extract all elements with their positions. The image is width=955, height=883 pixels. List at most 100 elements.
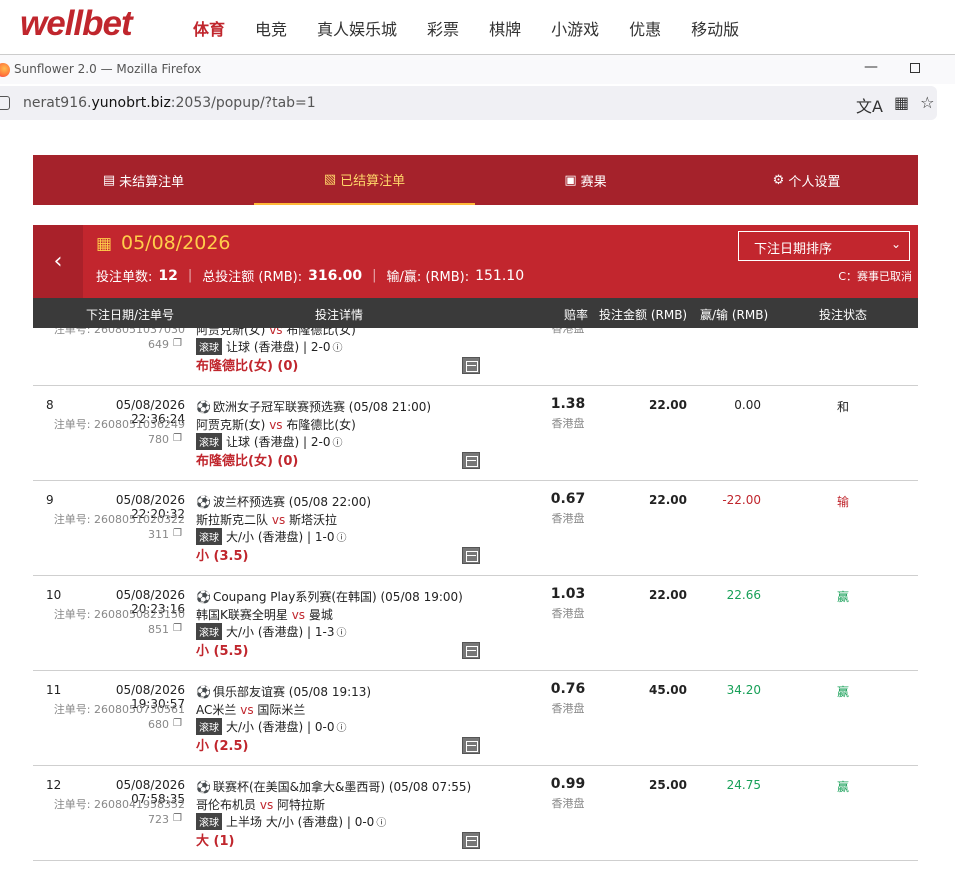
match-teams: 阿贾克斯(女) vs 布隆德比(女): [196, 328, 356, 337]
calendar-icon: ▦: [96, 234, 113, 254]
url-text[interactable]: nerat916.yunobrt.biz:2053/popup/?tab=1: [23, 95, 316, 111]
live-badge: 滚球: [196, 813, 222, 830]
sort-select[interactable]: 下注日期排序 ⌄: [738, 231, 910, 261]
col-bet-details: 投注详情: [315, 308, 364, 322]
copy-icon[interactable]: ❐: [173, 718, 182, 729]
order-suffix: 780: [148, 433, 169, 446]
info-icon[interactable]: ⓘ: [337, 719, 347, 734]
row-index: 11: [46, 683, 62, 697]
clipboard-icon: ▧: [323, 171, 337, 187]
info-icon[interactable]: ⓘ: [337, 529, 347, 544]
nav-item[interactable]: 体育: [193, 16, 225, 40]
soccer-ball-icon: ⚽: [196, 400, 211, 414]
nav-item[interactable]: 移动版: [691, 16, 739, 40]
order-number: 注单号: 2608051036249: [53, 418, 185, 431]
window-title: Sunflower 2.0 — Mozilla Firefox: [14, 62, 202, 76]
order-number: 注单号: 2608041958352: [53, 798, 185, 811]
copy-icon[interactable]: ❐: [173, 338, 182, 349]
scoreboard-icon[interactable]: [462, 547, 480, 564]
tab-results[interactable]: ▣ 赛果: [475, 155, 696, 205]
tab-settled[interactable]: ▧ 已结算注单: [254, 155, 475, 205]
scoreboard-icon[interactable]: [462, 832, 480, 849]
market-info: 滚球 大/小 (香港盘) | 1-3 ⓘ: [196, 623, 347, 640]
live-badge: 滚球: [196, 528, 222, 545]
document-icon: ▤: [102, 172, 116, 188]
stake-amount: 25.00: [649, 778, 687, 792]
nav-item[interactable]: 优惠: [629, 16, 661, 40]
cancel-note: C：赛事已取消: [838, 270, 912, 283]
tab-bar: ▤ 未结算注单 ▧ 已结算注单 ▣ 赛果 ⚙ 个人设置: [33, 155, 918, 205]
summary-stats: 投注单数: 12 | 总投注额 (RMB): 316.00 | 输/赢: (RMB)…: [96, 267, 525, 286]
table-row: 注单号: 2608051037030 649 ❐ 阿贾克斯(女) vs 布隆德比…: [33, 328, 918, 386]
bet-status: 赢: [836, 590, 849, 604]
info-icon[interactable]: ⓘ: [332, 339, 342, 354]
live-badge: 滚球: [196, 338, 222, 355]
scoreboard-icon[interactable]: [462, 737, 480, 754]
win-loss-amount: 22.66: [726, 588, 761, 602]
win-loss-total: 151.10: [475, 267, 525, 284]
wellbet-logo[interactable]: wellbet: [20, 4, 133, 44]
col-status: 投注状态: [819, 308, 868, 322]
scoreboard-icon[interactable]: [462, 452, 480, 469]
tab-unsettled[interactable]: ▤ 未结算注单: [33, 155, 254, 205]
maximize-button[interactable]: [910, 63, 920, 73]
scoreboard-icon[interactable]: [462, 357, 480, 374]
back-button[interactable]: ‹: [33, 225, 83, 298]
nav-item[interactable]: 电竞: [255, 16, 287, 40]
copy-icon[interactable]: ❐: [173, 433, 182, 444]
scoreboard-icon[interactable]: [462, 642, 480, 659]
bet-selection: 大 (1): [196, 834, 235, 849]
browser-title-bar: Sunflower 2.0 — Mozilla Firefox —: [0, 54, 955, 84]
bet-status: 和: [836, 400, 849, 414]
odds-type: 香港盘: [551, 607, 585, 620]
col-stake: 投注金额 (RMB): [599, 308, 688, 322]
odds-value: 0.76: [550, 681, 586, 697]
site-nav: 体育 电竞 真人娱乐城 彩票 棋牌 小游戏 优惠 移动版: [193, 16, 769, 40]
minimize-button[interactable]: —: [864, 59, 878, 75]
live-badge: 滚球: [196, 433, 222, 450]
bet-count: 12: [158, 267, 178, 284]
col-win-loss: 赢/输 (RMB): [700, 308, 769, 322]
soccer-ball-icon: ⚽: [196, 685, 211, 699]
table-row: 9 05/08/2026 22:20:32 注单号: 2608051020322…: [33, 481, 918, 576]
info-icon[interactable]: ⓘ: [376, 814, 386, 829]
live-badge: 滚球: [196, 623, 222, 640]
order-suffix: 311: [148, 528, 169, 541]
row-index: 10: [46, 588, 62, 602]
bet-table-body[interactable]: 注单号: 2608051037030 649 ❐ 阿贾克斯(女) vs 布隆德比…: [33, 328, 918, 883]
lock-icon: [0, 96, 10, 110]
market-info: 滚球 上半场 大/小 (香港盘) | 0-0 ⓘ: [196, 813, 386, 830]
bet-selection: 小 (5.5): [196, 644, 249, 659]
nav-item[interactable]: 真人娱乐城: [317, 16, 397, 40]
bet-selection: 小 (2.5): [196, 739, 249, 754]
bookmark-star-icon[interactable]: ☆: [920, 93, 934, 117]
order-number: 注单号: 2608050823150: [53, 608, 185, 621]
tab-settings[interactable]: ⚙ 个人设置: [696, 155, 917, 205]
bet-selection: 布隆德比(女) (0): [196, 359, 299, 374]
order-suffix: 851: [148, 623, 169, 636]
info-icon[interactable]: ⓘ: [332, 434, 342, 449]
table-row: 10 05/08/2026 20:23:16 注单号: 260805082315…: [33, 576, 918, 671]
info-icon[interactable]: ⓘ: [337, 624, 347, 639]
nav-item[interactable]: 棋牌: [489, 16, 521, 40]
chevron-down-icon: ⌄: [890, 237, 901, 251]
match-teams: 哥伦布机员 vs 阿特拉斯: [196, 798, 326, 812]
order-suffix: 680: [148, 718, 169, 731]
market-info: 滚球 大/小 (香港盘) | 1-0 ⓘ: [196, 528, 347, 545]
translate-icon[interactable]: 文A: [856, 93, 883, 117]
copy-icon[interactable]: ❐: [173, 623, 182, 634]
soccer-ball-icon: ⚽: [196, 590, 211, 604]
copy-icon[interactable]: ❐: [173, 528, 182, 539]
market-info: 滚球 让球 (香港盘) | 2-0 ⓘ: [196, 338, 342, 355]
url-bar-icons: 文A ▦ ☆: [856, 93, 934, 117]
nav-item[interactable]: 小游戏: [551, 16, 599, 40]
odds-value: 0.99: [550, 776, 586, 792]
copy-icon[interactable]: ❐: [173, 813, 182, 824]
qr-code-icon[interactable]: ▦: [894, 93, 909, 117]
odds-type: 香港盘: [551, 328, 585, 335]
nav-item[interactable]: 彩票: [427, 16, 459, 40]
league-name: ⚽ 联赛杯(在美国&加拿大&墨西哥) (05/08 07:55): [196, 780, 472, 794]
bet-selection: 布隆德比(女) (0): [196, 454, 299, 469]
url-bar[interactable]: nerat916.yunobrt.biz:2053/popup/?tab=1 文…: [0, 86, 937, 120]
row-index: 8: [46, 398, 54, 412]
